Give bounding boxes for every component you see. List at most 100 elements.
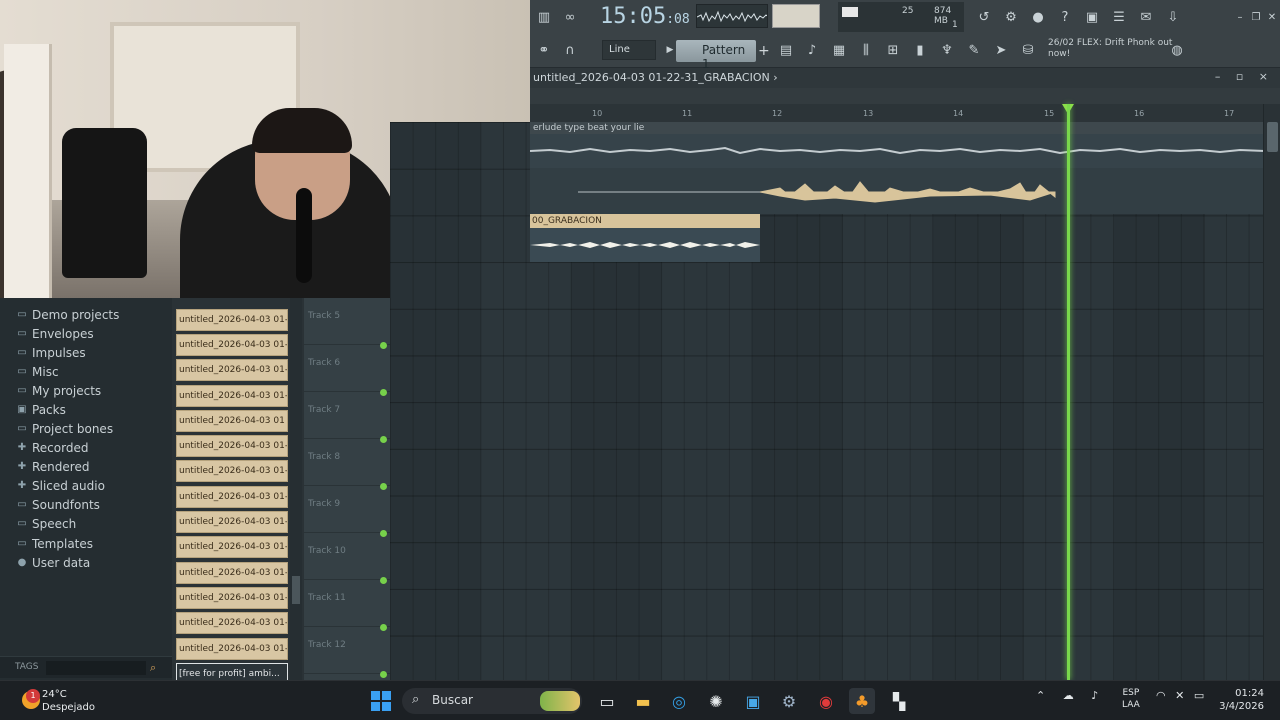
globe-icon[interactable]: ◍ xyxy=(1165,38,1189,62)
picker-clip[interactable]: untitled_2026-04-03 01- xyxy=(176,435,288,457)
picker-clip[interactable]: untitled_2026-04-03 01- xyxy=(176,309,288,331)
browser-item[interactable]: ▭ Templates xyxy=(16,534,93,553)
playlist-window-buttons[interactable]: – ▫ × xyxy=(1215,70,1274,83)
track-header[interactable]: Track 7 xyxy=(304,392,390,443)
settings-icon[interactable]: ⚙ xyxy=(776,688,802,714)
weather-widget[interactable]: 1 24°C Despejado xyxy=(22,687,142,717)
picker-clip[interactable]: untitled_2026-04-03 01- xyxy=(176,638,288,660)
record-mic-icon[interactable]: ● xyxy=(1026,5,1050,29)
picker-clip[interactable]: untitled_2026-04-03 01- xyxy=(176,385,288,407)
playlist-vertical-scrollbar[interactable] xyxy=(1263,104,1280,680)
picker-clip[interactable]: untitled_2026-04-03 01- xyxy=(176,587,288,609)
playlist-title-arrow[interactable]: › xyxy=(773,71,777,84)
tags-search-input[interactable] xyxy=(46,661,146,675)
loop-icon[interactable]: ∞ xyxy=(558,5,582,29)
browser-item[interactable]: ▭ Soundfonts xyxy=(16,495,100,514)
magnet-icon[interactable]: ∩ xyxy=(558,38,582,62)
track-header[interactable]: Track 11 xyxy=(304,580,390,631)
close-icon[interactable]: ✕ xyxy=(1260,5,1280,29)
tempo-icon[interactable]: ➤ xyxy=(989,38,1013,62)
browser-item[interactable]: ▭ Demo projects xyxy=(16,305,119,324)
onedrive-icon[interactable]: ☁ xyxy=(1063,689,1074,702)
plugin-icon[interactable]: ▮ xyxy=(908,38,932,62)
recording-clip-header[interactable]: 00_GRABACION xyxy=(530,214,760,228)
master-volume[interactable] xyxy=(772,4,820,28)
chat-icon[interactable]: ✉ xyxy=(1134,5,1158,29)
search-icon[interactable]: ⌕ xyxy=(150,661,156,675)
scroll-thumb[interactable] xyxy=(1267,122,1278,152)
browser-item[interactable]: ✚ Rendered xyxy=(16,457,90,476)
track-mute-led[interactable] xyxy=(380,671,387,678)
audio-clip-header[interactable]: erlude type beat your lie xyxy=(530,122,1265,134)
recording-clip-waveform[interactable] xyxy=(530,228,760,262)
track-header[interactable]: Track 5 xyxy=(304,298,390,349)
system-tray[interactable]: ⌃ ☁ ♪ xyxy=(1036,689,1098,702)
picker-clip[interactable]: untitled_2026-04-03 01- xyxy=(176,536,288,558)
link-icon[interactable]: ⚭ xyxy=(532,38,556,62)
track-header[interactable]: Track 10 xyxy=(304,533,390,584)
taskbar-search[interactable]: ⌕ Buscar xyxy=(402,688,582,714)
playlist-overview-scroll[interactable] xyxy=(530,88,1280,104)
browser-item[interactable]: ▭ Impulses xyxy=(16,343,85,362)
picker-clip[interactable]: untitled_2026-04-03 01 xyxy=(176,410,288,432)
playhead[interactable] xyxy=(1067,104,1070,680)
file-explorer-icon[interactable]: ▬ xyxy=(630,688,656,714)
obs-icon[interactable]: ◉ xyxy=(813,688,839,714)
store-icon[interactable]: ▣ xyxy=(740,688,766,714)
channel-rack-icon[interactable]: ▦ xyxy=(827,38,851,62)
track-header[interactable]: Track 8 xyxy=(304,439,390,490)
add-pattern-button[interactable]: + xyxy=(758,40,772,62)
track-header[interactable]: Track 6 xyxy=(304,345,390,396)
track-header[interactable]: Track 12 xyxy=(304,627,390,678)
snap-select[interactable]: Line xyxy=(602,40,656,60)
browser-item[interactable]: ▭ Speech xyxy=(16,514,76,533)
timeline-ruler[interactable]: 10 11 12 13 14 15 16 17 xyxy=(530,104,1265,122)
capcut-icon[interactable]: ▚ xyxy=(886,688,912,714)
browser-item[interactable]: ▭ Misc xyxy=(16,362,58,381)
edge-icon[interactable]: ◎ xyxy=(666,688,692,714)
audio-clip-waveform[interactable] xyxy=(529,134,1266,168)
picker-clip[interactable]: untitled_2026-04-03 01- xyxy=(176,511,288,533)
track-header[interactable]: Track 9 xyxy=(304,486,390,537)
picker-clip[interactable]: untitled_2026-04-03 01- xyxy=(176,460,288,482)
task-view-icon[interactable]: ▭ xyxy=(594,688,620,714)
browser-item[interactable]: ✚ Sliced audio xyxy=(16,476,105,495)
browser-item[interactable]: ▭ Project bones xyxy=(16,419,113,438)
pat-song-icon[interactable]: ▥ xyxy=(532,5,556,29)
language-indicator[interactable]: ESP LAA xyxy=(1122,687,1140,711)
chatgpt-icon[interactable]: ✺ xyxy=(703,688,729,714)
plug-icon[interactable]: ♆ xyxy=(935,38,959,62)
undo-icon[interactable]: ↺ xyxy=(972,5,996,29)
windows-start-icon[interactable] xyxy=(371,691,391,711)
piano-roll-icon[interactable]: ♪ xyxy=(800,38,824,62)
browser-item[interactable]: ▣ Packs xyxy=(16,400,66,419)
mic-icon[interactable]: ♪ xyxy=(1091,689,1098,702)
browser-item[interactable]: ▭ My projects xyxy=(16,381,101,400)
mixer-view-icon[interactable]: ⫼ xyxy=(854,38,878,62)
save-icon[interactable]: ▣ xyxy=(1080,5,1104,29)
picker-clip[interactable]: untitled_2026-04-03 01- xyxy=(176,612,288,634)
picker-clip[interactable]: untitled_2026-04-03 01- xyxy=(176,486,288,508)
network-sound-battery[interactable]: ◠ ✕ ▭ xyxy=(1156,689,1204,702)
picker-scrollbar[interactable] xyxy=(290,298,302,680)
mixer-icon[interactable]: ☰ xyxy=(1107,5,1131,29)
pattern-selector[interactable]: Pattern 1 xyxy=(676,40,756,71)
picker-clip[interactable]: untitled_2026-04-03 01- xyxy=(176,562,288,584)
browser-item[interactable]: ▭ Envelopes xyxy=(16,324,93,343)
playlist-icon[interactable]: ▤ xyxy=(774,38,798,62)
help-icon[interactable]: ? xyxy=(1053,5,1077,29)
picker-clip[interactable]: untitled_2026-04-03 01- xyxy=(176,334,288,356)
taskbar-clock[interactable]: 01:24 3/4/2026 xyxy=(1206,687,1264,713)
shop-icon[interactable]: ⛁ xyxy=(1016,38,1040,62)
picker-clip[interactable]: untitled_2026-04-03 01- xyxy=(176,359,288,381)
time-display[interactable]: 15:05:08 xyxy=(600,3,690,31)
fl-studio-icon[interactable]: ♣ xyxy=(849,688,875,714)
browser-view-icon[interactable]: ⊞ xyxy=(881,38,905,62)
metronome-icon[interactable]: ⚙ xyxy=(999,5,1023,29)
browser-item[interactable]: ● User data xyxy=(16,553,91,572)
download-icon[interactable]: ⇩ xyxy=(1161,5,1185,29)
audio-clip-waveform[interactable] xyxy=(530,168,1265,214)
browser-item[interactable]: ✚ Recorded xyxy=(16,438,89,457)
scroll-thumb[interactable] xyxy=(292,576,300,604)
tools-icon[interactable]: ✎ xyxy=(962,38,986,62)
